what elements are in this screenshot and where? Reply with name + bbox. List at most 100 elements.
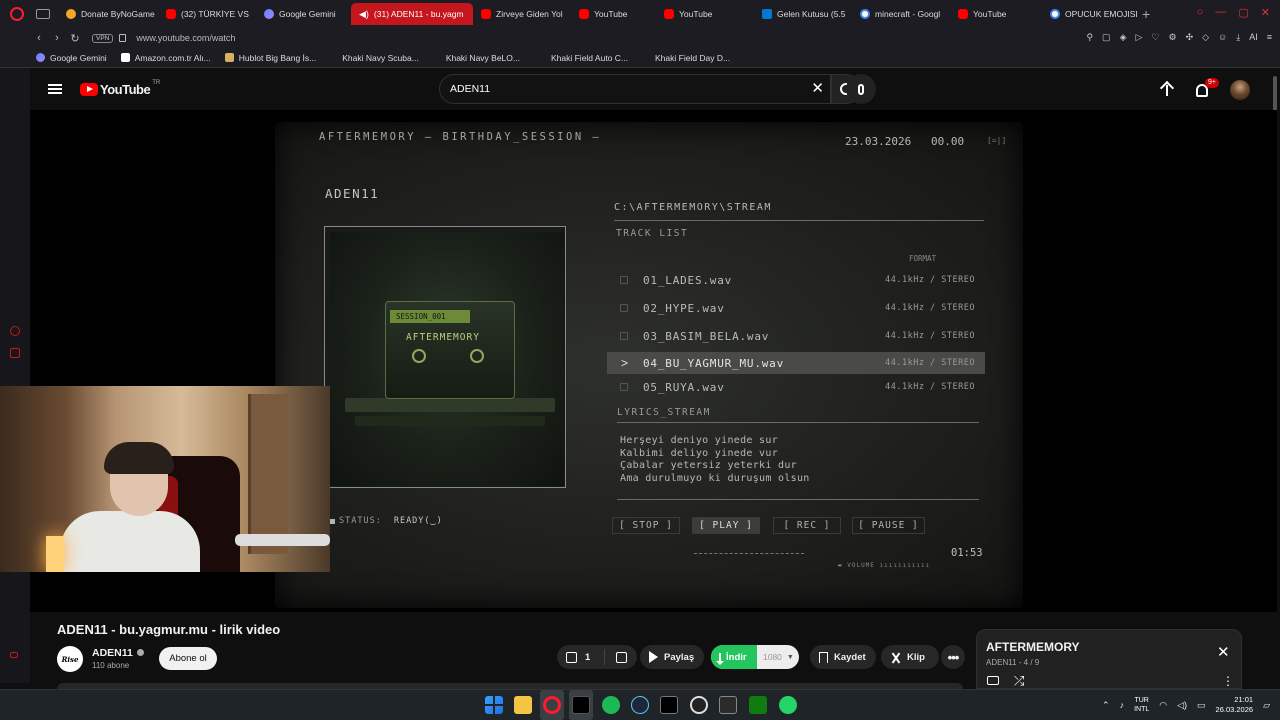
vpn-badge[interactable]: VPN	[92, 33, 114, 43]
browser-tab[interactable]: (32) TÜRKİYE VS	[158, 3, 256, 25]
bookmark[interactable]: Amazon.com.tr Alı...	[120, 53, 211, 63]
workspaces-icon[interactable]	[36, 9, 50, 19]
voice-search-button[interactable]	[846, 74, 876, 104]
more-actions-button[interactable]: •••	[941, 645, 965, 669]
spotify-icon[interactable]	[602, 696, 620, 714]
ai-icon[interactable]: AI	[1249, 32, 1258, 43]
bookmark[interactable]: Khaki Navy BeLO...	[446, 53, 520, 63]
download-icon[interactable]: ⤓	[1236, 32, 1240, 43]
back-icon[interactable]: ‹	[30, 32, 48, 44]
clear-search-icon[interactable]: ✕	[811, 81, 824, 97]
xbox-icon[interactable]	[749, 696, 767, 714]
tracklist-title: TRACK LIST	[616, 228, 689, 239]
profile-icon[interactable]: ☺	[1218, 32, 1227, 43]
obs-icon[interactable]	[690, 696, 708, 714]
store-icon[interactable]	[719, 696, 737, 714]
capcut-icon[interactable]	[660, 696, 678, 714]
play-icon[interactable]: ▷	[1135, 32, 1142, 43]
shield-icon[interactable]: ◈	[1120, 32, 1127, 43]
channel-name[interactable]: ADEN11	[92, 647, 144, 659]
sidebar-extensions-icon[interactable]	[10, 348, 20, 358]
avatar[interactable]	[1230, 80, 1250, 100]
wallet-icon[interactable]: ◇	[1202, 32, 1209, 43]
browser-tab[interactable]: YouTube	[656, 3, 754, 25]
system-tray: ⌃ ♪ TUR INTL ◠ ◁) ▭ 21:01 26.03.2026 ▱	[1102, 690, 1270, 720]
browser-tab[interactable]: Gelen Kutusu (5.5	[754, 3, 852, 25]
hamburger-menu-icon[interactable]	[48, 84, 62, 94]
file-explorer-icon[interactable]	[514, 696, 532, 714]
pin-icon[interactable]: ⚲	[1086, 32, 1093, 43]
search-tabs-icon[interactable]: ○	[1197, 6, 1204, 19]
volume-icon[interactable]: ◁)	[1177, 700, 1187, 711]
speaker-icon[interactable]: ◀)	[359, 9, 369, 20]
steam-icon[interactable]	[631, 696, 649, 714]
bookmark[interactable]: Khaki Field Day D...	[655, 53, 730, 63]
dislike-button[interactable]	[616, 651, 627, 663]
sidebar-gx-icon[interactable]	[10, 652, 18, 658]
bookmark[interactable]: Google Gemini	[36, 53, 107, 63]
shuffle-icon[interactable]: ⤮	[1014, 673, 1024, 689]
lock-icon[interactable]	[119, 34, 127, 42]
like-dislike-group: 1	[557, 645, 637, 669]
browser-tab[interactable]: YouTube	[571, 3, 656, 25]
download-button[interactable]: İndir 1080 ▼	[711, 645, 799, 669]
sidebar-history-icon[interactable]	[10, 326, 20, 336]
browser-tab[interactable]: Donate ByNoGame	[58, 3, 158, 25]
windows-start-icon[interactable]	[485, 696, 503, 714]
new-tab-icon[interactable]: +	[1142, 6, 1150, 22]
browser-tab[interactable]: Zirveye Giden Yol	[473, 3, 571, 25]
minimize-icon[interactable]: —	[1215, 6, 1226, 19]
reload-icon[interactable]: ↻	[66, 32, 84, 45]
chevron-down-icon[interactable]: ▼	[787, 654, 794, 661]
opera-logo-icon[interactable]	[10, 7, 24, 21]
url-field[interactable]: www.youtube.com/watch	[136, 33, 235, 43]
heart-icon[interactable]: ♡	[1151, 32, 1159, 43]
browser-tab[interactable]: minecraft - Googl	[852, 3, 950, 25]
bookmark[interactable]: Khaki Field Auto C...	[551, 53, 628, 63]
close-icon[interactable]: ✕	[1217, 645, 1230, 660]
download-main[interactable]: İndir	[711, 645, 757, 669]
maximize-icon[interactable]: ▢	[1238, 6, 1248, 19]
whatsapp-icon[interactable]	[779, 696, 797, 714]
track-checkbox-icon	[620, 304, 628, 312]
cassette-stand-lower	[355, 416, 545, 426]
forward-icon[interactable]: ›	[48, 32, 66, 44]
track-row: 01_LADES.wav 44.1kHz / STEREO	[607, 269, 985, 291]
browser-tab[interactable]: Google Gemini	[256, 3, 351, 25]
channel-avatar[interactable]: Rise	[57, 646, 83, 672]
subscribe-button[interactable]: Abone ol	[159, 647, 217, 670]
settings-icon[interactable]: ⚙	[1168, 32, 1176, 43]
browser-tab[interactable]: OPUCUK EMOJISI	[1042, 3, 1138, 25]
download-quality[interactable]: 1080	[763, 652, 782, 662]
browser-tab-active[interactable]: ◀) (31) ADEN11 - bu.yagm	[351, 3, 473, 25]
clock[interactable]: 21:01 26.03.2026	[1216, 695, 1254, 715]
snapshot-icon[interactable]: ▢	[1102, 32, 1111, 43]
loop-icon[interactable]	[987, 676, 999, 685]
bell-icon[interactable]: 9+	[1196, 77, 1219, 97]
language-indicator[interactable]: TUR INTL	[1134, 696, 1149, 714]
bookmark[interactable]: Khaki Navy Scuba...	[342, 53, 419, 63]
youtube-logo[interactable]: YouTube TR	[80, 80, 160, 97]
close-window-icon[interactable]: ✕	[1261, 6, 1270, 19]
upload-icon[interactable]	[1160, 83, 1174, 97]
extensions-icon[interactable]: ✣	[1186, 32, 1194, 43]
menu-icon[interactable]: ≡	[1267, 32, 1272, 43]
battery-icon[interactable]: ▭	[1197, 700, 1206, 711]
bookmark[interactable]: Hublot Big Bang İs...	[224, 53, 316, 63]
video-corner-mark: [=|]	[987, 136, 1007, 145]
editor-app-icon[interactable]	[572, 696, 590, 714]
save-button[interactable]: Kaydet	[810, 645, 876, 669]
microphone-tray-icon[interactable]: ♪	[1120, 700, 1125, 710]
notification-center-icon[interactable]: ▱	[1263, 700, 1270, 711]
cassette-label: SESSION_001	[390, 310, 470, 323]
tray-chevron-icon[interactable]: ⌃	[1102, 700, 1110, 711]
share-button[interactable]: Paylaş	[640, 645, 704, 669]
opera-gx-icon[interactable]	[543, 696, 561, 714]
browser-tab[interactable]: YouTube	[950, 3, 1042, 25]
clip-button[interactable]: Klip	[881, 645, 939, 669]
like-button[interactable]: 1	[557, 649, 605, 665]
search-input[interactable]: ADEN11 ✕	[439, 74, 831, 104]
playlist-title[interactable]: AFTERMEMORY	[986, 640, 1080, 654]
wifi-icon[interactable]: ◠	[1159, 700, 1167, 711]
kebab-menu-icon[interactable]: ⋮	[1222, 674, 1234, 688]
